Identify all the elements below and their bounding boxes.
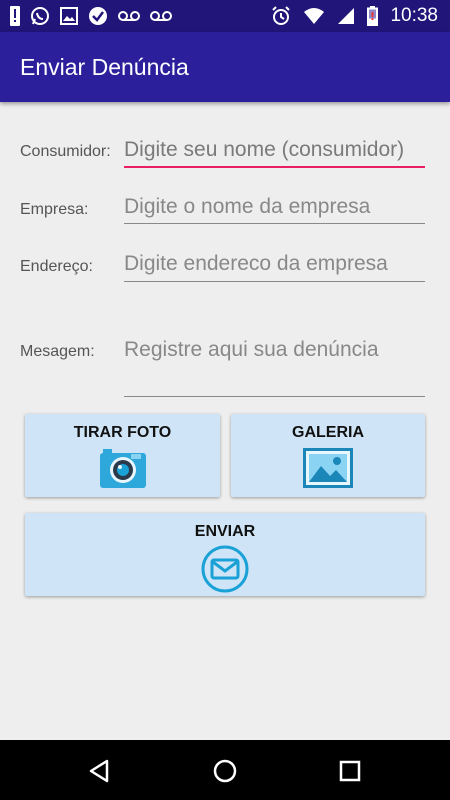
endereco-label: Endereço: (20, 258, 93, 275)
check-circle-icon (88, 5, 108, 27)
empresa-label: Empresa: (20, 201, 89, 218)
gallery-icon (303, 448, 353, 492)
status-bar: 10:38 (0, 0, 450, 32)
galeria-label: GALERIA (292, 424, 364, 441)
navigation-bar (0, 740, 450, 800)
mail-icon (200, 545, 250, 597)
alert-icon (10, 5, 20, 27)
enviar-button[interactable]: ENVIAR (25, 513, 425, 596)
endereco-input[interactable]: Digite endereco da empresa (124, 252, 425, 276)
page-title: Enviar Denúncia (20, 54, 189, 80)
image-icon (60, 5, 78, 27)
tirar-foto-label: TIRAR FOTO (73, 424, 172, 441)
status-time: 10:38 (390, 5, 438, 26)
voicemail-icon (150, 5, 172, 27)
whatsapp-icon (30, 5, 50, 27)
mensagem-input[interactable]: Registre aqui sua denúncia (124, 338, 425, 362)
battery-icon (367, 5, 379, 27)
empresa-input[interactable]: Digite o nome da empresa (124, 195, 425, 219)
signal-icon (337, 5, 355, 27)
recents-icon[interactable] (337, 758, 363, 784)
consumidor-label: Consumidor: (20, 143, 111, 160)
mensagem-underline (124, 396, 425, 397)
consumidor-input[interactable]: Digite seu nome (consumidor) (124, 138, 425, 162)
home-icon[interactable] (212, 758, 238, 784)
endereco-underline (124, 281, 425, 282)
alarm-icon (271, 5, 291, 27)
consumidor-underline (124, 166, 425, 168)
tirar-foto-button[interactable]: TIRAR FOTO (25, 414, 220, 497)
galeria-button[interactable]: GALERIA (231, 414, 425, 497)
camera-icon (99, 449, 147, 493)
wifi-icon (303, 5, 325, 27)
mensagem-label: Mesagem: (20, 343, 95, 360)
enviar-label: ENVIAR (194, 523, 256, 540)
back-icon[interactable] (86, 758, 112, 784)
app-bar: Enviar Denúncia (0, 32, 450, 102)
empresa-underline (124, 223, 425, 224)
voicemail-icon (118, 5, 140, 27)
